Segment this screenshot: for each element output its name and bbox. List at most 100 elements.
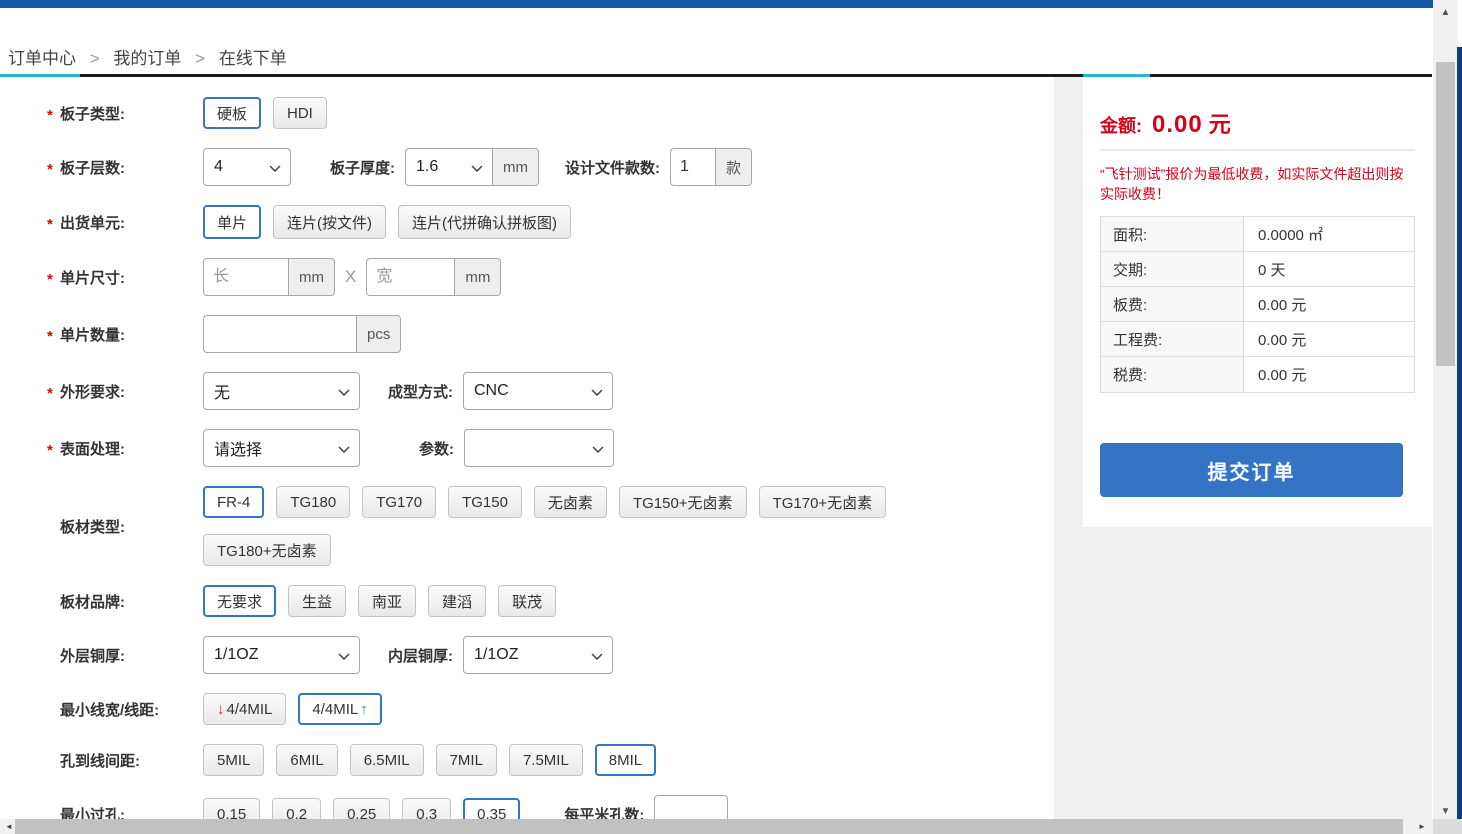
outer-copper-select[interactable]: 1/1OZ — [203, 636, 360, 674]
surface-select[interactable]: 请选择 — [203, 429, 360, 467]
scroll-right-icon[interactable]: ► — [1415, 819, 1429, 834]
required-mark: * — [47, 437, 60, 459]
min-via-option-025[interactable]: 0.25 — [333, 798, 390, 819]
pricing-notice: “飞针测试”报价为最低收费，如实际文件超出则按实际收费！ — [1100, 164, 1415, 204]
tax-fee-label: 税费: — [1101, 357, 1244, 392]
ship-unit-option-single[interactable]: 单片 — [203, 205, 261, 239]
hole-to-line-option-7mil[interactable]: 7MIL — [436, 744, 497, 776]
chevron-down-icon — [591, 389, 603, 396]
breadcrumb: 订单中心 > 我的订单 > 在线下单 — [8, 44, 287, 69]
inner-copper-label: 内层铜厚: — [388, 645, 453, 666]
material-option-halogen-free[interactable]: 无卤素 — [534, 486, 607, 518]
hole-to-line-option-6-5mil[interactable]: 6.5MIL — [350, 744, 424, 776]
thickness-label: 板子厚度: — [330, 157, 395, 178]
table-row: 税费: 0.00 元 — [1101, 357, 1414, 392]
material-option-tg180[interactable]: TG180 — [276, 486, 350, 518]
material-option-tg150-halogen-free[interactable]: TG150+无卤素 — [619, 486, 747, 518]
submit-order-button[interactable]: 提交订单 — [1100, 443, 1403, 497]
breadcrumb-separator: > — [90, 49, 100, 68]
min-trace-option-below[interactable]: ↓4/4MIL — [203, 693, 286, 725]
chevron-down-icon — [591, 653, 603, 660]
surface-label: 表面处理: — [60, 438, 125, 459]
min-trace-option-above[interactable]: 4/4MIL↑ — [298, 693, 381, 725]
board-type-option-hdi[interactable]: HDI — [273, 97, 327, 129]
surface-param-select[interactable] — [464, 429, 614, 467]
min-via-option-015[interactable]: 0.15 — [203, 798, 260, 819]
width-unit: mm — [455, 258, 501, 296]
board-fee-label: 板费: — [1101, 287, 1244, 321]
required-mark: * — [47, 102, 60, 124]
price-table: 面积: 0.0000 ㎡ 交期: 0 天 板费: 0.00 元 工程费: 0.0… — [1100, 216, 1415, 393]
hole-to-line-option-7-5mil[interactable]: 7.5MIL — [509, 744, 583, 776]
row-material: 板材类型: FR-4 TG180 TG170 TG150 无卤素 TG150+无… — [47, 486, 1054, 566]
vertical-scrollbar-thumb[interactable] — [1436, 62, 1455, 366]
ship-unit-option-panel-by-file[interactable]: 连片(按文件) — [273, 205, 386, 239]
amount-label: 金额: — [1100, 112, 1142, 138]
order-form: *板子类型: 硬板 HDI *板子层数: 4 板子厚度: 1.6 mm 设计文件… — [0, 77, 1054, 819]
material-option-tg170-halogen-free[interactable]: TG170+无卤素 — [759, 486, 887, 518]
piece-qty-input[interactable] — [203, 315, 357, 353]
ship-unit-option-panel-confirm[interactable]: 连片(代拼确认拼板图) — [398, 205, 571, 239]
board-type-option-rigid[interactable]: 硬板 — [203, 97, 261, 129]
scrollbar-corner — [1433, 819, 1462, 834]
piece-size-label: 单片尺寸: — [60, 267, 125, 288]
row-piece-qty: *单片数量: pcs — [47, 315, 1054, 353]
leadtime-value: 0 天 — [1244, 252, 1414, 286]
board-type-label: 板子类型: — [60, 103, 125, 124]
outer-copper-label: 外层铜厚: — [60, 645, 125, 666]
min-via-option-035[interactable]: 0.35 — [463, 798, 520, 819]
row-hole-to-line: 孔到线间距: 5MIL 6MIL 6.5MIL 7MIL 7.5MIL 8MIL — [47, 744, 1054, 776]
vertical-scrollbar[interactable]: ▲ ▼ — [1433, 0, 1458, 834]
brand-option-nanya[interactable]: 南亚 — [358, 585, 416, 617]
hole-to-line-label: 孔到线间距: — [60, 750, 140, 771]
table-row: 面积: 0.0000 ㎡ — [1101, 217, 1414, 252]
area-value: 0.0000 ㎡ — [1244, 217, 1414, 251]
row-outline: *外形要求: 无 成型方式: CNC — [47, 372, 1054, 410]
holes-per-sqm-label: 每平米孔数: — [564, 804, 644, 820]
layers-select[interactable]: 4 — [203, 148, 291, 186]
material-option-fr4[interactable]: FR-4 — [203, 486, 264, 518]
inner-copper-select[interactable]: 1/1OZ — [463, 636, 613, 674]
chevron-down-icon — [338, 653, 350, 660]
window-edge — [1457, 47, 1462, 834]
brand-option-shengyi[interactable]: 生益 — [288, 585, 346, 617]
breadcrumb-my-orders[interactable]: 我的订单 — [113, 49, 181, 68]
required-mark: * — [47, 266, 60, 288]
scroll-left-icon[interactable]: ◄ — [2, 819, 16, 834]
min-via-label: 最小过孔: — [60, 804, 125, 820]
length-input[interactable] — [203, 258, 289, 296]
brand-label: 板材品牌: — [60, 591, 125, 612]
leadtime-label: 交期: — [1101, 252, 1244, 286]
hole-to-line-option-6mil[interactable]: 6MIL — [276, 744, 337, 776]
breadcrumb-order-center[interactable]: 订单中心 — [8, 49, 76, 68]
material-option-tg180-halogen-free[interactable]: TG180+无卤素 — [203, 534, 331, 566]
width-input[interactable] — [366, 258, 455, 296]
design-files-input[interactable] — [670, 148, 716, 186]
layers-label: 板子层数: — [60, 157, 125, 178]
hole-to-line-option-8mil[interactable]: 8MIL — [595, 744, 656, 776]
top-accent-bar — [0, 0, 1437, 8]
thickness-unit: mm — [493, 148, 539, 186]
brand-option-itek[interactable]: 联茂 — [498, 585, 556, 617]
material-option-tg150[interactable]: TG150 — [448, 486, 522, 518]
horizontal-scrollbar[interactable]: ◄ ► — [0, 819, 1433, 834]
required-mark: * — [47, 211, 60, 233]
outline-select[interactable]: 无 — [203, 372, 360, 410]
min-via-option-03[interactable]: 0.3 — [402, 798, 451, 819]
price-summary-card: 金额: 0.00 元 “飞针测试”报价为最低收费，如实际文件超出则按实际收费！ … — [1083, 77, 1432, 527]
forming-select[interactable]: CNC — [463, 372, 613, 410]
scroll-up-icon[interactable]: ▲ — [1433, 4, 1458, 21]
table-row: 板费: 0.00 元 — [1101, 287, 1414, 322]
holes-per-sqm-input[interactable] — [654, 795, 728, 819]
row-layers: *板子层数: 4 板子厚度: 1.6 mm 设计文件款数: 款 — [47, 148, 1054, 186]
scroll-down-icon[interactable]: ▼ — [1433, 803, 1458, 820]
material-option-tg170[interactable]: TG170 — [362, 486, 436, 518]
thickness-select[interactable]: 1.6 — [405, 148, 493, 186]
brand-option-kingboard[interactable]: 建滔 — [428, 585, 486, 617]
hole-to-line-option-5mil[interactable]: 5MIL — [203, 744, 264, 776]
horizontal-scrollbar-thumb[interactable] — [15, 819, 1403, 834]
brand-option-any[interactable]: 无要求 — [203, 585, 276, 617]
row-board-type: *板子类型: 硬板 HDI — [47, 97, 1054, 129]
min-via-option-02[interactable]: 0.2 — [272, 798, 321, 819]
chevron-down-icon — [269, 165, 281, 172]
